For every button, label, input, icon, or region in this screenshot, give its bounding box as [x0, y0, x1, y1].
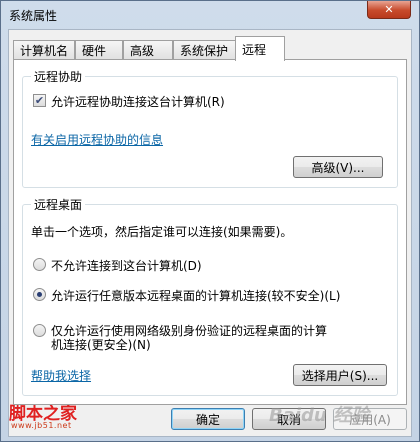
- checkmark-icon: ✔: [34, 94, 45, 107]
- tab-advanced[interactable]: 高级: [123, 40, 173, 60]
- no-remote-connections-radio[interactable]: [33, 258, 46, 271]
- ok-button[interactable]: 确定: [171, 408, 245, 430]
- allow-any-version-radio[interactable]: [33, 288, 46, 301]
- help-me-choose-link[interactable]: 帮助我选择: [31, 367, 91, 384]
- select-users-button[interactable]: 选择用户(S)...: [293, 364, 387, 386]
- tab-system-protection[interactable]: 系统保护: [173, 40, 237, 60]
- allow-nla-only-radio[interactable]: [33, 324, 46, 337]
- tab-remote[interactable]: 远程: [235, 36, 285, 61]
- tab-computer-name[interactable]: 计算机名: [13, 40, 75, 60]
- remote-desktop-group: 远程桌面 单击一个选项，然后指定谁可以连接(如果需要)。 不允许连接到这台计算机…: [22, 196, 398, 396]
- no-remote-connections-label[interactable]: 不允许连接到这台计算机(D): [51, 257, 202, 274]
- advanced-button[interactable]: 高级(V)...: [293, 156, 383, 178]
- allow-remote-assistance-label[interactable]: 允许远程协助连接这台计算机(R): [51, 93, 225, 110]
- tab-hardware[interactable]: 硬件: [75, 40, 123, 60]
- remote-assistance-info-link[interactable]: 有关启用远程协助的信息: [31, 131, 163, 148]
- jb51-watermark-url: www.jb51.net: [11, 421, 72, 430]
- title-bar[interactable]: 系统属性 ✕: [1, 1, 419, 29]
- remote-assistance-group: 远程协助 ✔ 允许远程协助连接这台计算机(R) 有关启用远程协助的信息 高级(V…: [22, 68, 398, 188]
- close-window-button[interactable]: ✕: [367, 1, 411, 19]
- remote-desktop-instruction: 单击一个选项，然后指定谁可以连接(如果需要)。: [31, 225, 293, 239]
- remote-desktop-legend: 远程桌面: [31, 196, 86, 213]
- close-icon: ✕: [384, 3, 394, 16]
- dialog-client-area: 计算机名 硬件 高级 系统保护 远程 远程协助 ✔ 允许远程协助连接这台计算机(…: [8, 29, 412, 437]
- allow-any-version-label[interactable]: 允许运行任意版本远程桌面的计算机连接(较不安全)(L): [51, 287, 340, 304]
- remote-tab-panel: 远程协助 ✔ 允许远程协助连接这台计算机(R) 有关启用远程协助的信息 高级(V…: [13, 59, 407, 405]
- remote-assistance-legend: 远程协助: [31, 68, 86, 85]
- system-properties-window: 系统属性 ✕ 计算机名 硬件 高级 系统保护 远程 远程协助 ✔ 允许远程协助连…: [0, 0, 420, 442]
- allow-remote-assistance-checkbox[interactable]: ✔: [33, 94, 46, 107]
- allow-nla-only-label-line2[interactable]: 机连接(更安全)(N): [51, 336, 151, 353]
- window-title: 系统属性: [9, 9, 58, 23]
